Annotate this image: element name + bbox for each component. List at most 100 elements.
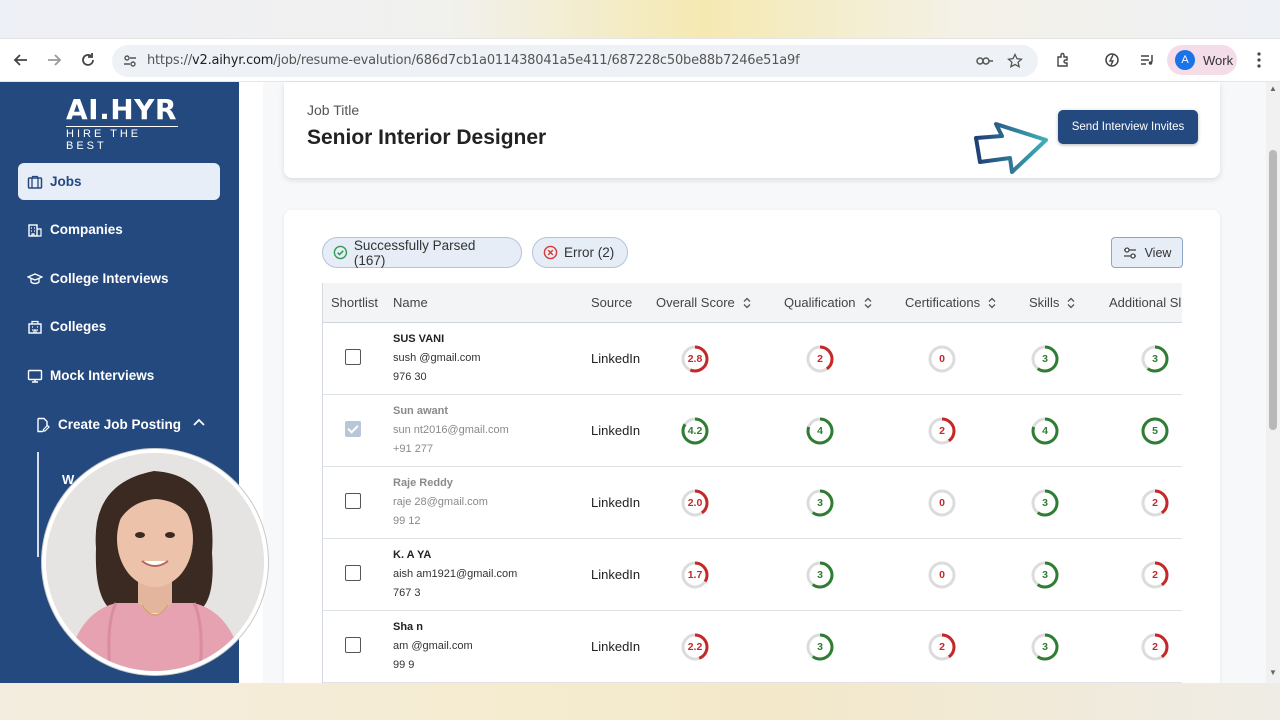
score-ring: 2	[927, 416, 957, 446]
view-button-label: View	[1144, 245, 1172, 260]
shortlist-checkbox[interactable]	[345, 565, 361, 581]
media-control-icon[interactable]	[1136, 49, 1158, 71]
col-name: Name	[393, 295, 428, 310]
shortlist-checkbox[interactable]	[345, 493, 361, 509]
score-value: 2	[817, 353, 823, 365]
address-bar[interactable]: https://v2.aihyr.com/job/resume-evalutio…	[112, 45, 1038, 77]
score-value: 2.8	[687, 353, 703, 365]
score-ring: 3	[1140, 344, 1170, 374]
col-additional: Additional Sl	[1109, 295, 1182, 310]
forward-arrow-icon[interactable]	[43, 49, 65, 71]
score-ring: 3	[805, 632, 835, 662]
candidate-name: SUS VANI	[393, 333, 445, 345]
reload-icon[interactable]	[77, 49, 99, 71]
bookmark-star-icon[interactable]	[1006, 52, 1024, 70]
table-row[interactable]: SUS VANI sush @gmail.com 976 30 LinkedIn 2.8…	[323, 323, 1182, 395]
briefcase-icon	[26, 173, 44, 191]
shortlist-checkbox[interactable]	[345, 421, 361, 437]
score-value: 2	[939, 425, 945, 437]
college-building-icon	[26, 318, 44, 336]
shortlist-checkbox[interactable]	[345, 637, 361, 653]
sidebar-item-label: Jobs	[50, 174, 82, 189]
monitor-icon	[26, 367, 44, 385]
sidebar-item-companies[interactable]: Companies	[18, 211, 220, 248]
score-ring: 2	[1140, 488, 1170, 518]
sidebar-item-mock-interviews[interactable]: Mock Interviews	[18, 357, 220, 394]
profile-button[interactable]: A Work	[1167, 45, 1237, 75]
candidate-source: LinkedIn	[591, 567, 641, 582]
send-interview-invites-button[interactable]: Send Interview Invites	[1058, 110, 1198, 144]
col-shortlist: Shortlist	[331, 295, 378, 310]
view-button[interactable]: View	[1111, 237, 1183, 268]
sidebar-item-colleges[interactable]: Colleges	[18, 308, 220, 345]
site-settings-icon[interactable]	[122, 53, 138, 69]
filter-parsed-chip[interactable]: Successfully Parsed (167)	[322, 237, 522, 268]
performance-icon[interactable]	[1101, 49, 1123, 71]
score-value: 2	[1152, 569, 1158, 581]
back-arrow-icon[interactable]	[10, 49, 32, 71]
sort-icon	[1067, 297, 1075, 308]
sidebar-item-label: Companies	[50, 222, 123, 237]
col-label: Overall Score	[656, 295, 735, 310]
score-ring: 0	[927, 344, 957, 374]
col-skills[interactable]: Skills	[1029, 295, 1075, 310]
extensions-icon[interactable]	[1052, 49, 1074, 71]
presenter-portrait-image	[46, 453, 264, 671]
profile-label: Work	[1203, 52, 1234, 68]
score-ring: 1.7	[680, 560, 710, 590]
col-certifications[interactable]: Certifications	[905, 295, 996, 310]
brand-logo[interactable]: AI.HYR HIRE THE BEST	[66, 96, 178, 152]
candidates-card: Successfully Parsed (167) Error (2) View…	[284, 210, 1220, 693]
video-frame-bottom	[0, 683, 1280, 720]
sort-icon	[864, 297, 872, 308]
scroll-down-icon[interactable]: ▼	[1268, 668, 1278, 678]
col-label: Skills	[1029, 295, 1060, 310]
col-label: Certifications	[905, 295, 981, 310]
filter-error-chip[interactable]: Error (2)	[532, 237, 628, 268]
candidate-email: aish am1921@gmail.com	[393, 568, 518, 580]
browser-menu-icon[interactable]	[1248, 49, 1270, 71]
score-ring: 0	[927, 488, 957, 518]
key-icon[interactable]	[976, 52, 994, 70]
table-row[interactable]: Sha n am @gmail.com 99 9 LinkedIn 2.2 3 2 3 2	[323, 611, 1182, 683]
table-row[interactable]: K. A YA aish am1921@gmail.com 767 3 LinkedI…	[323, 539, 1182, 611]
filter-error-label: Error (2)	[564, 245, 615, 260]
sort-icon	[988, 297, 996, 308]
score-value: 1.7	[687, 569, 703, 581]
sidebar-item-create-job-posting[interactable]: Create Job Posting	[26, 406, 220, 443]
candidate-phone: 99 9	[393, 659, 415, 671]
candidate-name: Sun awant	[393, 405, 449, 417]
table-row[interactable]: Sun awant sun nt2016@gmail.com +91 277 Link…	[323, 395, 1182, 467]
job-title-label: Job Title	[307, 102, 360, 118]
score-ring: 3	[805, 488, 835, 518]
score-ring: 2.0	[680, 488, 710, 518]
sidebar-item-college-interviews[interactable]: College Interviews	[18, 260, 220, 297]
score-ring: 5	[1140, 416, 1170, 446]
candidate-email: sun nt2016@gmail.com	[393, 424, 509, 436]
score-ring: 3	[1030, 344, 1060, 374]
table-header: Shortlist Name Source Overall Score Qual…	[323, 283, 1182, 323]
scroll-up-icon[interactable]: ▲	[1268, 84, 1278, 94]
score-value: 3	[1042, 569, 1048, 581]
score-ring: 3	[1030, 632, 1060, 662]
score-ring: 4	[1030, 416, 1060, 446]
score-ring: 3	[805, 560, 835, 590]
col-overall-score[interactable]: Overall Score	[656, 295, 751, 310]
chevron-up-icon[interactable]	[192, 416, 206, 430]
col-qualification[interactable]: Qualification	[784, 295, 872, 310]
score-ring: 4	[805, 416, 835, 446]
scroll-thumb[interactable]	[1269, 150, 1277, 430]
graduation-cap-icon	[26, 270, 44, 288]
table-row[interactable]: Raje Reddy raje 28@gmail.com 99 12 LinkedIn…	[323, 467, 1182, 539]
sidebar-item-jobs[interactable]: Jobs	[18, 163, 220, 200]
candidate-source: LinkedIn	[591, 423, 641, 438]
candidate-source: LinkedIn	[591, 495, 641, 510]
logo-text: AI.HYR	[66, 93, 177, 126]
browser-toolbar: https://v2.aihyr.com/job/resume-evalutio…	[0, 38, 1280, 82]
shortlist-checkbox[interactable]	[345, 349, 361, 365]
sidebar-item-label: Colleges	[50, 319, 107, 334]
score-ring: 2	[1140, 560, 1170, 590]
building-icon	[26, 221, 44, 239]
score-ring: 3	[1030, 488, 1060, 518]
score-ring: 2.8	[680, 344, 710, 374]
